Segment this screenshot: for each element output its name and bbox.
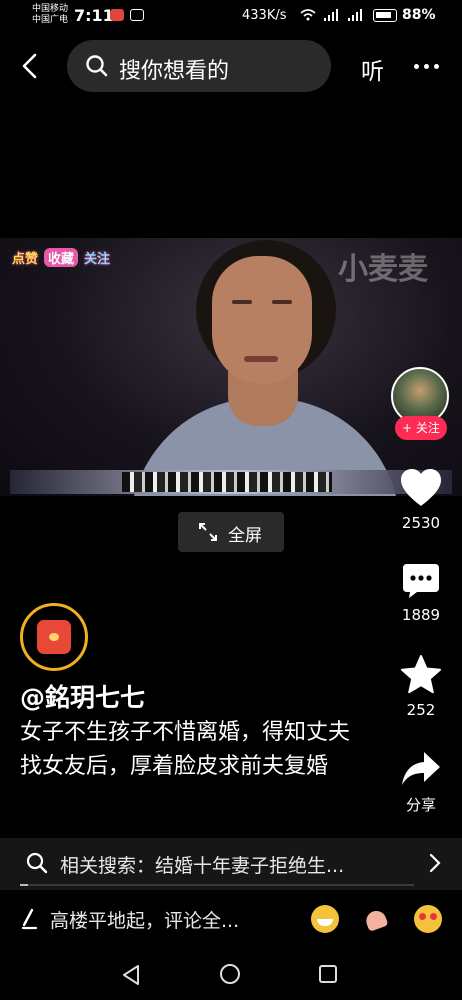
share-arrow-icon	[402, 752, 440, 785]
video-frame-eye	[272, 300, 292, 304]
playback-progress-fill	[20, 884, 28, 886]
comment-count: 1889	[401, 606, 441, 624]
star-icon	[401, 655, 441, 694]
comment-action[interactable]: 1889	[392, 562, 450, 624]
battery-icon	[373, 9, 397, 22]
search-icon	[86, 55, 108, 77]
follow-button[interactable]: + 关注	[395, 416, 447, 440]
folded-hands-emoji-icon[interactable]	[362, 905, 390, 933]
video-player[interactable]: 点赞 收藏 关注 小麦麦	[0, 238, 462, 496]
top-nav: 搜你想看的 听	[0, 38, 462, 94]
share-label: 分享	[405, 796, 436, 814]
search-icon	[26, 852, 48, 874]
video-frame-eye	[232, 300, 252, 304]
expand-icon	[199, 523, 217, 541]
video-badge-like: 点赞	[12, 252, 39, 267]
like-action[interactable]: 2530	[392, 468, 450, 532]
notification-app-icon-2	[130, 9, 144, 21]
share-action[interactable]: 分享	[392, 750, 450, 815]
video-watermark: 小麦麦	[338, 252, 428, 287]
wifi-signal-icon	[300, 9, 362, 21]
video-badge-follow: 关注	[84, 252, 111, 267]
heart-eyes-emoji-icon[interactable]	[414, 905, 442, 933]
system-back-icon[interactable]	[120, 964, 142, 986]
search-placeholder: 搜你想看的	[119, 59, 230, 84]
carrier-2: 中国广电	[32, 15, 69, 25]
carrier-1: 中国移动	[32, 4, 69, 14]
system-recents-icon[interactable]	[319, 965, 337, 983]
status-notification-icons	[110, 9, 144, 21]
notification-app-icon	[110, 9, 124, 21]
chevron-right-icon	[429, 853, 441, 873]
related-search-bar[interactable]: 相关搜索：结婚十年妻子拒绝生...	[0, 838, 462, 890]
video-subtitle-pixelated	[122, 472, 332, 492]
search-input[interactable]: 搜你想看的	[67, 40, 331, 92]
favorite-count: 252	[406, 701, 436, 719]
fullscreen-button[interactable]: 全屏	[178, 512, 284, 552]
video-caption: 女子不生孩子不惜离婚，得知丈夫找女友后，厚着脸皮求前夫复婚	[20, 720, 351, 779]
video-overlay-badge: 点赞 收藏 关注	[12, 248, 110, 267]
favorite-action[interactable]: 252	[392, 655, 450, 719]
video-badge-collect: 收藏	[44, 248, 79, 267]
playback-progress-bar[interactable]	[20, 884, 414, 886]
video-frame-mouth	[244, 356, 278, 362]
status-time: 7:11	[74, 6, 114, 25]
fullscreen-label: 全屏	[228, 526, 262, 546]
grin-emoji-icon[interactable]	[311, 905, 339, 933]
pencil-icon	[21, 908, 38, 930]
carrier-labels: 中国移动 中国广电	[32, 4, 68, 26]
related-search-text: 相关搜索：结婚十年妻子拒绝生...	[60, 855, 345, 877]
battery-percent: 88%	[402, 7, 436, 23]
video-frame-face	[212, 256, 312, 384]
network-speed: 433K/s	[242, 8, 287, 23]
signal-icons	[300, 8, 366, 25]
red-packet-icon	[37, 620, 71, 654]
comment-placeholder: 高楼平地起，评论全...	[50, 910, 240, 932]
back-arrow-icon[interactable]	[18, 52, 42, 80]
system-home-icon[interactable]	[220, 964, 240, 984]
author-name[interactable]: @銘玥七七	[20, 678, 145, 714]
red-packet-badge[interactable]	[20, 603, 88, 671]
more-options-icon[interactable]	[414, 64, 439, 69]
listen-button[interactable]: 听	[361, 52, 384, 86]
comment-bubble-icon	[403, 564, 439, 598]
system-navigation-bar	[0, 948, 462, 1000]
status-bar: 中国移动 中国广电 7:11 433K/s 88%	[0, 0, 462, 34]
like-count: 2530	[401, 514, 441, 532]
comment-input-bar[interactable]: 高楼平地起，评论全...	[0, 892, 462, 948]
heart-icon	[401, 469, 441, 506]
